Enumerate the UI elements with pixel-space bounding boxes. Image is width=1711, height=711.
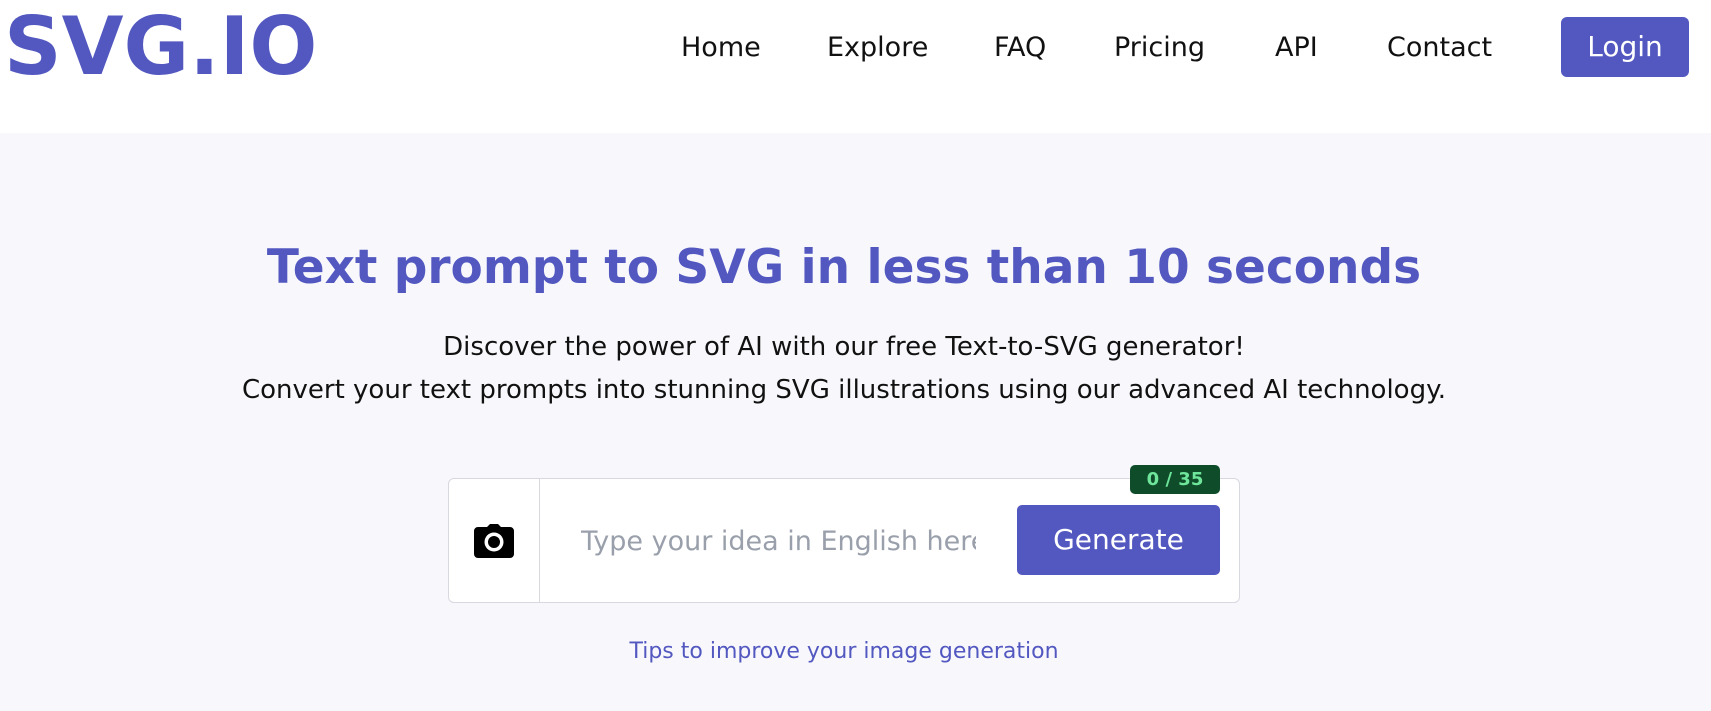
character-counter-badge: 0 / 35 xyxy=(1130,465,1220,494)
login-button[interactable]: Login xyxy=(1561,17,1689,77)
logo[interactable]: SVG.IO xyxy=(4,2,317,92)
nav-contact[interactable]: Contact xyxy=(1387,24,1492,72)
hero-headline: Text prompt to SVG in less than 10 secon… xyxy=(266,240,1422,295)
camera-icon xyxy=(474,523,514,558)
site-header: SVG.IO Home Explore FAQ Pricing API Cont… xyxy=(0,0,1711,133)
image-upload-button[interactable] xyxy=(449,479,540,602)
prompt-input[interactable] xyxy=(581,513,976,569)
nav-faq[interactable]: FAQ xyxy=(994,24,1046,72)
nav-home[interactable]: Home xyxy=(681,24,761,72)
tips-link[interactable]: Tips to improve your image generation xyxy=(0,637,1688,667)
generate-button[interactable]: Generate xyxy=(1017,505,1220,575)
hero-subtitle-line1: Discover the power of AI with our free T… xyxy=(443,332,1245,362)
nav-api[interactable]: API xyxy=(1275,24,1318,72)
prompt-box: Generate xyxy=(448,478,1240,603)
hero-subtitle-line2: Convert your text prompts into stunning … xyxy=(241,375,1447,405)
nav-pricing[interactable]: Pricing xyxy=(1114,24,1205,72)
nav-explore[interactable]: Explore xyxy=(827,24,928,72)
hero-section xyxy=(0,133,1711,711)
